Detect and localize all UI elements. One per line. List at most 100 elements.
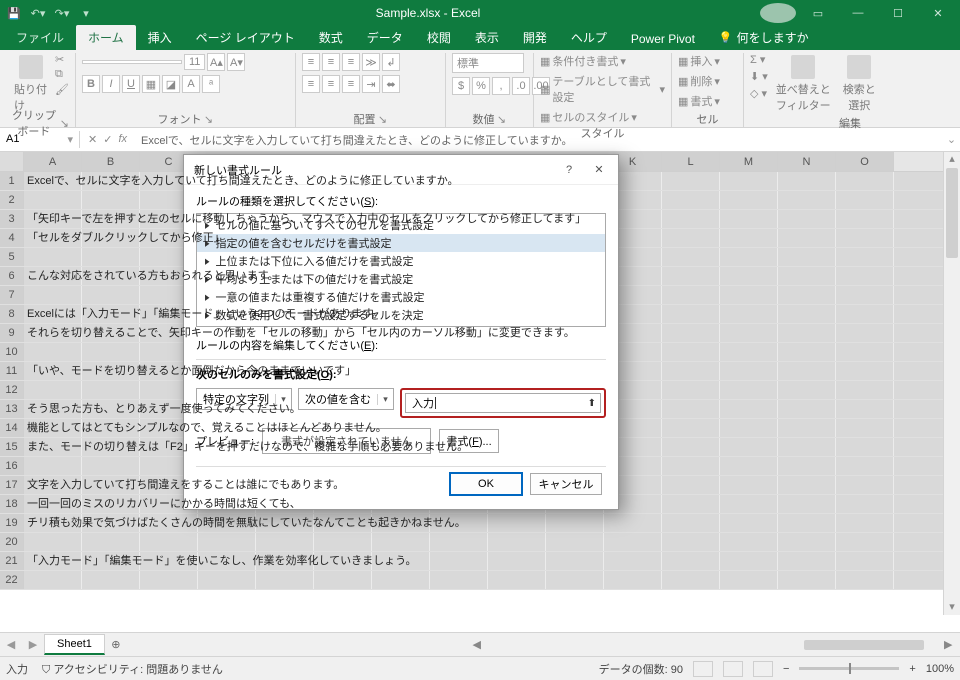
cell[interactable]	[662, 191, 720, 209]
row-header[interactable]: 13	[0, 400, 24, 418]
tab-page-layout[interactable]: ページ レイアウト	[184, 25, 307, 50]
cell[interactable]	[662, 343, 720, 361]
font-launcher-icon[interactable]: ↘	[204, 113, 214, 126]
tab-review[interactable]: 校閲	[415, 25, 463, 50]
cell[interactable]	[778, 419, 836, 437]
cell[interactable]	[778, 248, 836, 266]
accessibility-status[interactable]: ⛉ アクセシビリティ: 問題ありません	[42, 661, 223, 677]
cell[interactable]	[836, 457, 894, 475]
cell[interactable]	[836, 324, 894, 342]
view-page-layout-icon[interactable]	[723, 661, 743, 677]
cell[interactable]	[778, 457, 836, 475]
cell[interactable]	[24, 248, 82, 266]
row-header[interactable]: 17	[0, 476, 24, 494]
rule-value-input[interactable]: 入力 ⬆	[405, 393, 601, 413]
sheet-nav-prev-icon[interactable]: ◀	[0, 638, 22, 651]
cell[interactable]	[778, 286, 836, 304]
column-header[interactable]: B	[82, 152, 140, 171]
row-header[interactable]: 19	[0, 514, 24, 532]
row-header[interactable]: 1	[0, 172, 24, 190]
conditional-format-button[interactable]: ▦ 条件付き書式 ▾	[540, 53, 665, 69]
cell[interactable]	[836, 267, 894, 285]
cell[interactable]	[836, 172, 894, 190]
cell[interactable]	[546, 514, 604, 532]
cell[interactable]	[256, 571, 314, 589]
cell[interactable]	[430, 552, 488, 570]
cell[interactable]	[836, 571, 894, 589]
qat-more-icon[interactable]: ▾	[76, 3, 96, 23]
cell[interactable]	[140, 533, 198, 551]
cell[interactable]	[24, 457, 82, 475]
cell[interactable]	[24, 381, 82, 399]
cell[interactable]	[24, 343, 82, 361]
cell[interactable]	[720, 438, 778, 456]
sort-filter-button[interactable]: 並べ替えと フィルター	[772, 53, 835, 115]
cell[interactable]	[314, 533, 372, 551]
cell[interactable]	[662, 514, 720, 532]
cell[interactable]: Excelには「入力モード」「編集モード」という2つのモードがあります。	[24, 305, 82, 323]
rule-type-item[interactable]: 一意の値または重複する値だけを書式設定	[197, 288, 605, 306]
row-header[interactable]: 2	[0, 191, 24, 209]
cell[interactable]	[778, 552, 836, 570]
tab-file[interactable]: ファイル	[4, 25, 76, 50]
find-select-button[interactable]: 検索と 選択	[839, 53, 880, 115]
row-header[interactable]: 8	[0, 305, 24, 323]
cell[interactable]	[720, 267, 778, 285]
cell[interactable]	[662, 495, 720, 513]
cell[interactable]	[662, 438, 720, 456]
cell[interactable]	[836, 286, 894, 304]
cell[interactable]	[604, 552, 662, 570]
cell[interactable]	[720, 343, 778, 361]
row-header[interactable]: 12	[0, 381, 24, 399]
cell[interactable]	[720, 191, 778, 209]
row-header[interactable]: 15	[0, 438, 24, 456]
cell[interactable]	[662, 229, 720, 247]
cell[interactable]	[662, 419, 720, 437]
cell[interactable]	[488, 552, 546, 570]
undo-icon[interactable]: ↶▾	[28, 3, 48, 23]
number-launcher-icon[interactable]: ↘	[497, 113, 507, 126]
cell[interactable]	[778, 305, 836, 323]
dialog-close-icon[interactable]: ✕	[584, 158, 614, 182]
cell[interactable]	[720, 305, 778, 323]
cell[interactable]	[836, 495, 894, 513]
italic-icon[interactable]: I	[102, 75, 120, 93]
tab-data[interactable]: データ	[355, 25, 415, 50]
cell[interactable]	[198, 571, 256, 589]
cell[interactable]	[662, 476, 720, 494]
cell[interactable]	[488, 514, 546, 532]
cell[interactable]: 「入力モード」「編集モード」を使いこなし、作業を効率化していきましょう。	[24, 552, 82, 570]
cell[interactable]	[140, 571, 198, 589]
cell[interactable]	[720, 362, 778, 380]
cell[interactable]	[836, 248, 894, 266]
format-cells-button[interactable]: ▦ 書式 ▾	[678, 93, 720, 109]
cell[interactable]	[720, 476, 778, 494]
cell[interactable]	[546, 552, 604, 570]
tab-power-pivot[interactable]: Power Pivot	[619, 28, 707, 50]
cell[interactable]	[778, 514, 836, 532]
row-header[interactable]: 11	[0, 362, 24, 380]
cell[interactable]	[662, 457, 720, 475]
tab-home[interactable]: ホーム	[76, 25, 136, 50]
cell[interactable]	[662, 552, 720, 570]
cell[interactable]	[720, 571, 778, 589]
cell[interactable]	[720, 495, 778, 513]
fill-icon[interactable]: ⬇ ▾	[750, 70, 768, 83]
column-header[interactable]: O	[836, 152, 894, 171]
sheet-nav-next-icon[interactable]: ▶	[22, 638, 44, 651]
cell[interactable]: また、モードの切り替えは「F2」キーを押すだけなので、複雑な手順も必要ありません…	[24, 438, 82, 456]
cell[interactable]: 「矢印キーで左を押すと左のセルに移動しちゃうから、マウスで入力中のセルをクリック…	[24, 210, 82, 228]
fill-color-icon[interactable]: ◪	[162, 75, 180, 93]
cell[interactable]	[720, 248, 778, 266]
cell[interactable]	[82, 191, 140, 209]
close-icon[interactable]: ✕	[920, 3, 956, 23]
cell[interactable]	[430, 571, 488, 589]
cancel-button[interactable]: キャンセル	[530, 473, 602, 495]
row-header[interactable]: 4	[0, 229, 24, 247]
clear-icon[interactable]: ◇ ▾	[750, 87, 768, 100]
cell[interactable]	[662, 571, 720, 589]
tab-view[interactable]: 表示	[463, 25, 511, 50]
percent-icon[interactable]: %	[472, 77, 490, 95]
cell[interactable]: 「セルをダブルクリックしてから修正」	[24, 229, 82, 247]
ribbon-display-icon[interactable]: ▭	[800, 3, 836, 23]
